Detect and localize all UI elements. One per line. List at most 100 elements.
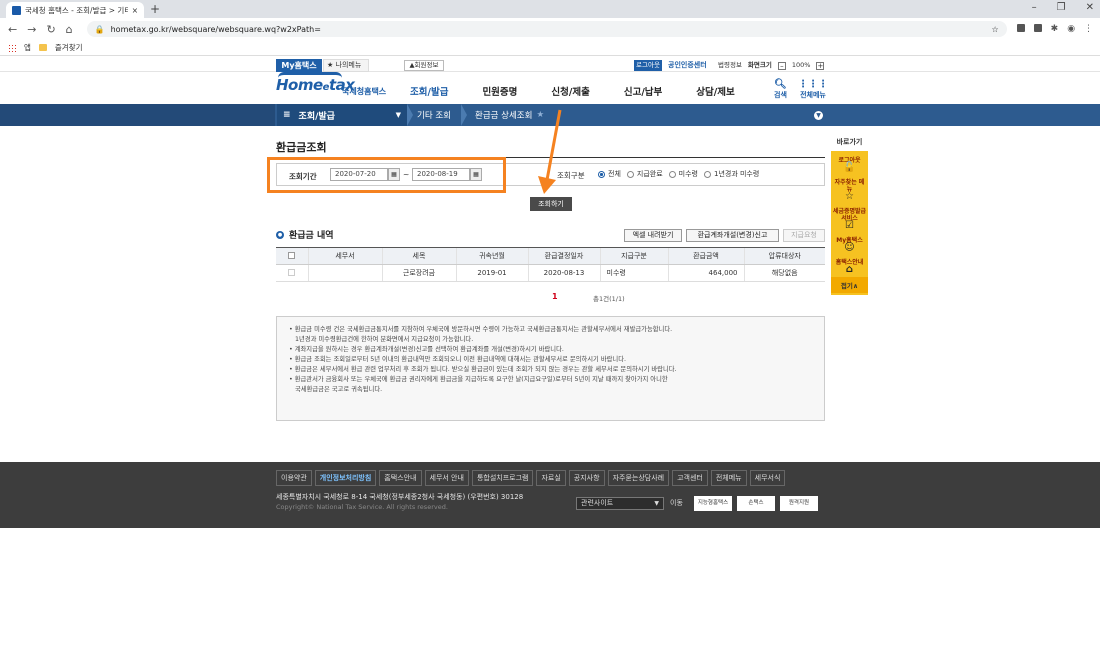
query-button[interactable]: 조회하기 xyxy=(530,197,572,211)
zoom-level: 100% xyxy=(791,61,811,69)
quick-fold-button[interactable]: 접기∧ xyxy=(831,277,868,293)
footer-logo-smart[interactable]: 지능형홈택스 xyxy=(694,496,732,511)
gnb-item-inquiry[interactable]: 조회/발급 xyxy=(410,80,449,106)
notice-item: • 환급금 조회는 조회일로부터 5년 이내의 환급내역만 조회되오니 이전 환… xyxy=(289,356,626,363)
cert-center-link[interactable]: 공인인증센터 xyxy=(668,60,707,71)
unlock-icon: 🔓 xyxy=(843,162,856,173)
cell-checkbox[interactable] xyxy=(276,264,308,282)
zoom-in-button[interactable]: + xyxy=(816,61,825,70)
type-radio-group: 전체 지급완료 미수령 1년경과 미수령 xyxy=(598,169,765,179)
cell-tax-type: 근로장려금 xyxy=(381,264,456,282)
excel-download-button[interactable]: 엑셀 내려받기 xyxy=(624,229,682,242)
notice-item-cont: 국세환급금은 국고로 귀속됩니다. xyxy=(295,386,383,393)
extensions: ✱ ◉ ⋮ xyxy=(1016,24,1093,34)
my-menu-tab[interactable]: ★ 나의메뉴 xyxy=(323,59,369,72)
footer-link-terms[interactable]: 이용약관 xyxy=(276,470,312,486)
hometax-logo[interactable]: Homeetax 국세청홈택스 xyxy=(276,72,387,98)
apps-icon xyxy=(8,43,16,52)
home-icon[interactable]: ⌂ xyxy=(66,23,73,36)
col-header: 세무서 xyxy=(307,247,382,265)
account-register-button[interactable]: 환급계좌개설(변경)신고 xyxy=(686,229,779,242)
quick-certificate[interactable]: 세금증명발급 서비스 ☑ xyxy=(831,204,868,233)
gnb-item-consult[interactable]: 상담/제보 xyxy=(696,80,734,106)
section-dropdown[interactable]: ≡ 조회/발급 ▼ xyxy=(277,104,407,126)
profile-icon[interactable]: ◉ xyxy=(1067,24,1075,34)
footer-logo-remote[interactable]: 원격지원 xyxy=(780,496,818,511)
all-menu-button[interactable]: ⋮⋮⋮ 전체메뉴 xyxy=(798,79,828,100)
footer-link-guide[interactable]: 홈택스안내 xyxy=(379,470,422,486)
footer-link-allmenu[interactable]: 전체메뉴 xyxy=(710,470,747,486)
pay-request-button[interactable]: 지급요청 xyxy=(783,229,825,242)
bookmark-star-icon[interactable]: ☆ xyxy=(991,25,998,34)
address-bar: ← → ↻ ⌂ 🔒 hometax.go.kr/websquare/websqu… xyxy=(0,18,1100,40)
bookmark-favorites[interactable]: 즐겨찾기 xyxy=(55,42,83,53)
lnb-expand-icon[interactable]: ▼ xyxy=(814,111,823,120)
folder-icon xyxy=(38,44,47,51)
quick-guide[interactable]: 홈택스안내 ⌂ xyxy=(831,255,868,277)
my-hometax-tab[interactable]: My홈택스 xyxy=(276,59,322,72)
radio-paid[interactable]: 지급완료 xyxy=(626,169,663,179)
footer-link-notice[interactable]: 공지사항 xyxy=(568,470,605,486)
nav-buttons: ← → ↻ ⌂ xyxy=(8,23,73,36)
puzzle-icon[interactable]: ✱ xyxy=(1051,24,1059,34)
breadcrumb-refund-detail[interactable]: 환급금 상세조회 ★ xyxy=(467,104,544,126)
radio-over-year[interactable]: 1년경과 미수령 xyxy=(703,169,759,179)
footer-link-library[interactable]: 자료실 xyxy=(536,470,566,486)
footer-link-faq[interactable]: 자주묻는상담사례 xyxy=(607,470,670,486)
forward-arrow-icon[interactable]: → xyxy=(27,23,36,36)
footer-copyright: Copyright© National Tax Service. All rig… xyxy=(276,503,448,511)
cell-decision-date: 2020-08-13 xyxy=(527,264,600,282)
utility-right: 법령정보 화면크기 – 100% + xyxy=(718,60,825,71)
reload-icon[interactable]: ↻ xyxy=(46,23,55,36)
footer-link-support[interactable]: 고객센터 xyxy=(672,470,708,486)
minimize-button[interactable]: – xyxy=(1032,2,1037,13)
close-window-button[interactable]: ✕ xyxy=(1086,2,1094,13)
footer-link-privacy[interactable]: 개인정보처리방침 xyxy=(314,470,377,486)
url-field[interactable]: 🔒 hometax.go.kr/websquare/websquare.wq?w… xyxy=(86,21,1007,37)
law-info-link[interactable]: 법령정보 xyxy=(718,60,742,71)
footer-link-office[interactable]: 세무서 안내 xyxy=(424,470,469,486)
window-controls: – ❐ ✕ xyxy=(1032,2,1094,13)
gnb-item-report[interactable]: 신고/납부 xyxy=(624,80,662,106)
maximize-button[interactable]: ❐ xyxy=(1057,2,1066,13)
tab-close-icon[interactable]: × xyxy=(132,6,138,15)
col-checkbox[interactable] xyxy=(276,247,308,265)
notice-item: • 환급관서가 금융회사 또는 우체국에 환급금 권리자에게 환급금을 지급하도… xyxy=(289,376,668,383)
all-menu-label: 전체메뉴 xyxy=(800,91,826,99)
footer-link-forms[interactable]: 세무서식 xyxy=(749,470,786,486)
quick-logout[interactable]: 로그아웃 🔓 xyxy=(831,153,868,175)
gnb-item-civil[interactable]: 민원증명 xyxy=(482,80,517,106)
extension-icon[interactable] xyxy=(1033,24,1042,32)
cell-pay-type: 미수령 xyxy=(599,264,668,282)
notice-box: • 환급금 미수령 건은 국세환급금통지서를 지참하여 우체국에 방문하시면 수… xyxy=(276,316,825,421)
lock-icon: 🔒 xyxy=(94,24,105,34)
select-all-checkbox[interactable] xyxy=(288,251,296,259)
browser-tab[interactable]: 국세청 홈택스 - 조회/발급 > 기타 × xyxy=(6,2,144,18)
radio-icon xyxy=(598,170,605,178)
search-button[interactable]: 🔍︎ 검색 xyxy=(774,79,787,100)
bookmark-apps[interactable]: 앱 xyxy=(24,42,31,53)
back-arrow-icon[interactable]: ← xyxy=(8,23,17,36)
radio-all[interactable]: 전체 xyxy=(598,169,621,179)
related-go-button[interactable]: 이동 xyxy=(670,497,683,510)
favicon-icon xyxy=(12,5,21,15)
footer-logo-sontax[interactable]: 손택스 xyxy=(737,496,775,511)
gnb-item-apply[interactable]: 신청/제출 xyxy=(551,80,589,106)
quick-my-hometax[interactable]: My홈택스 ☺ xyxy=(831,233,868,255)
quick-favorite-menu[interactable]: 자주찾는 메뉴 ☆ xyxy=(831,175,868,204)
member-info-button[interactable]: ▲회원정보 xyxy=(404,60,444,71)
kebab-menu-icon[interactable]: ⋮ xyxy=(1084,24,1093,34)
zoom-out-button[interactable]: – xyxy=(777,61,786,70)
page-number[interactable]: 1 xyxy=(552,292,558,301)
logo-org: 국세청홈택스 xyxy=(342,87,387,96)
row-checkbox[interactable] xyxy=(288,268,296,276)
logout-button[interactable]: 로그아웃 xyxy=(634,60,662,71)
radio-unreceived[interactable]: 미수령 xyxy=(668,169,698,179)
new-tab-button[interactable]: + xyxy=(150,2,160,16)
breadcrumb-other-inquiry[interactable]: 기타 조회 xyxy=(409,104,451,126)
related-site-select[interactable]: 관련사이트 ▼ xyxy=(576,497,664,510)
extension-icon[interactable] xyxy=(1016,24,1025,32)
table-row[interactable]: 근로장려금 2019-01 2020-08-13 미수령 464,000 해당없… xyxy=(276,264,825,282)
footer-link-install[interactable]: 통합설치프로그램 xyxy=(471,470,534,486)
star-icon: ☆ xyxy=(845,191,854,202)
